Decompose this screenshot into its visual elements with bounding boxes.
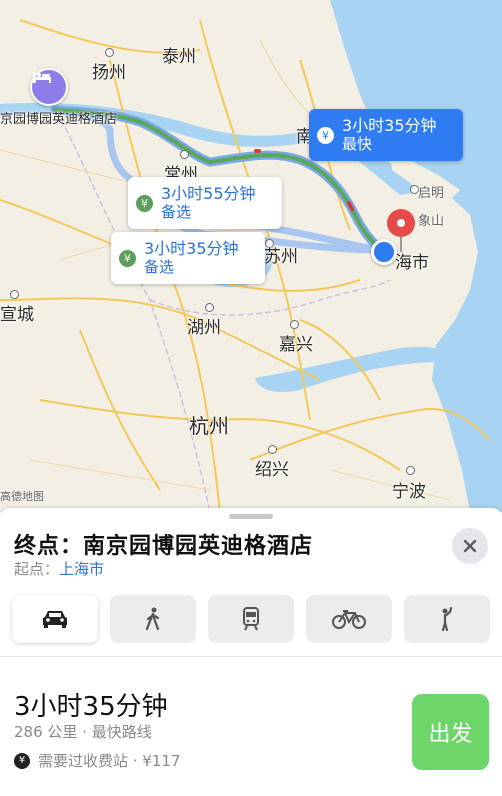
yen-icon: ¥ [119, 249, 136, 267]
route-callout-fastest[interactable]: ¥ 3小时35分钟 最快 [309, 109, 463, 161]
sheet-grabber[interactable] [229, 514, 273, 519]
destination-label: 京园博园英迪格酒店 [0, 112, 118, 127]
close-button[interactable] [452, 528, 488, 564]
train-icon [243, 607, 259, 631]
city-label-shaoxing: 绍兴 [255, 460, 289, 480]
divider [0, 656, 502, 657]
city-label-taizhou: 泰州 [162, 47, 196, 67]
selected-route-meta: 286 公里 · 最快路线 [14, 723, 152, 741]
city-label-huzhou: 湖州 [187, 318, 221, 338]
map-view[interactable]: 扬州 泰州 常州 苏州 湖州 嘉兴 杭州 绍兴 宁波 宣城 南 海市 启明 象山… [0, 0, 502, 512]
mode-car-button[interactable] [12, 595, 98, 643]
destination-marker[interactable] [30, 68, 68, 106]
city-label-hangzhou: 杭州 [189, 414, 229, 438]
city-label-suzhou: 苏州 [264, 247, 298, 267]
walk-icon [145, 607, 160, 631]
destination-title: 终点：南京园博园英迪格酒店 [14, 534, 314, 559]
route-tag: 备选 [144, 258, 175, 276]
origin-label: 起点： [14, 560, 60, 578]
yen-icon: ¥ [317, 126, 334, 144]
map-watermark: 高德地图 [0, 490, 44, 503]
mode-walk-button[interactable] [110, 595, 196, 643]
origin-row: 起点：上海市 [14, 558, 104, 579]
bed-icon [33, 72, 51, 83]
mode-transit-button[interactable] [208, 595, 294, 643]
route-duration: 3小时35分钟 [342, 116, 437, 135]
route-tag: 最快 [342, 135, 373, 153]
city-label-xuancheng: 宣城 [0, 305, 34, 325]
mode-ride-button[interactable] [404, 595, 490, 643]
city-label-yangzhou: 扬州 [92, 63, 126, 83]
bike-icon [332, 610, 366, 629]
go-button[interactable]: 出发 [412, 694, 489, 770]
yen-icon: ¥ [14, 752, 30, 769]
origin-value-link[interactable]: 上海市 [59, 560, 104, 578]
hail-icon [441, 607, 453, 631]
route-tag: 备选 [161, 203, 192, 221]
city-label-xiangshan: 象山 [418, 214, 445, 229]
route-duration: 3小时35分钟 [144, 239, 239, 258]
current-location-dot [371, 239, 397, 265]
city-label-ningbo: 宁波 [392, 482, 426, 502]
route-callout-alt-2[interactable]: ¥ 3小时35分钟 备选 [111, 232, 265, 284]
route-sheet: 终点：南京园博园英迪格酒店 起点：上海市 3小时35分钟 286 公里 · 最快… [0, 508, 502, 796]
car-icon [43, 611, 67, 628]
toll-row: ¥ 需要过收费站 · ¥117 [14, 750, 180, 771]
transport-mode-bar [12, 595, 490, 643]
route-duration: 3小时55分钟 [161, 184, 256, 203]
route-callout-alt-1[interactable]: ¥ 3小时55分钟 备选 [128, 177, 282, 229]
yen-icon: ¥ [136, 194, 153, 212]
city-label-qiming: 启明 [418, 186, 445, 201]
city-label-jiaxing: 嘉兴 [279, 335, 313, 355]
close-icon [463, 539, 477, 553]
toll-text: 需要过收费站 · ¥117 [38, 752, 181, 770]
mode-bike-button[interactable] [306, 595, 392, 643]
selected-route-duration: 3小时35分钟 [14, 692, 168, 722]
